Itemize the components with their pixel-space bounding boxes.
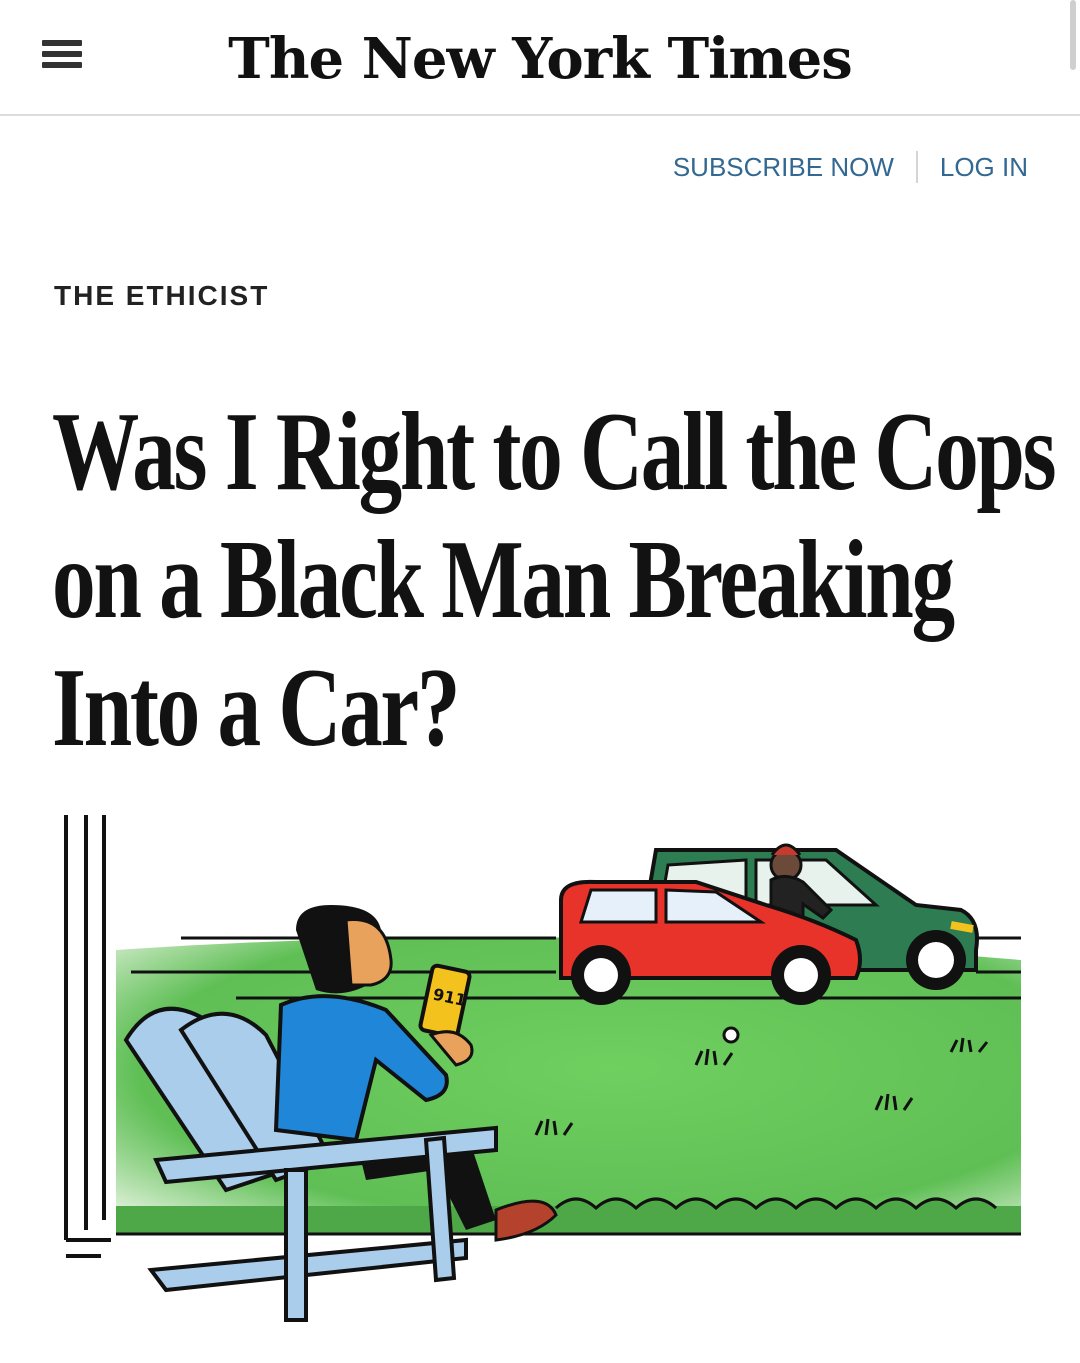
scrollbar[interactable] [1070,0,1076,70]
top-navigation-bar: The New York Times [0,0,1080,116]
article-illustration: 911 [64,815,1021,1322]
log-in-link[interactable]: LOG IN [940,152,1028,183]
account-links: SUBSCRIBE NOW LOG IN [673,150,1028,184]
headline-line-3: Into a Car? [52,646,461,770]
link-divider [915,151,918,183]
article-headline: Was I Right to Call the Cops on a Black … [52,388,1057,772]
subscribe-now-link[interactable]: SUBSCRIBE NOW [673,152,894,183]
masthead-logo[interactable]: The New York Times [0,24,1080,94]
section-kicker[interactable]: THE ETHICIST [54,280,269,312]
headline-line-2: on a Black Man Breaking [52,518,955,642]
headline-line-1: Was I Right to Call the Cops [52,390,1057,514]
porch-post [64,815,111,1258]
